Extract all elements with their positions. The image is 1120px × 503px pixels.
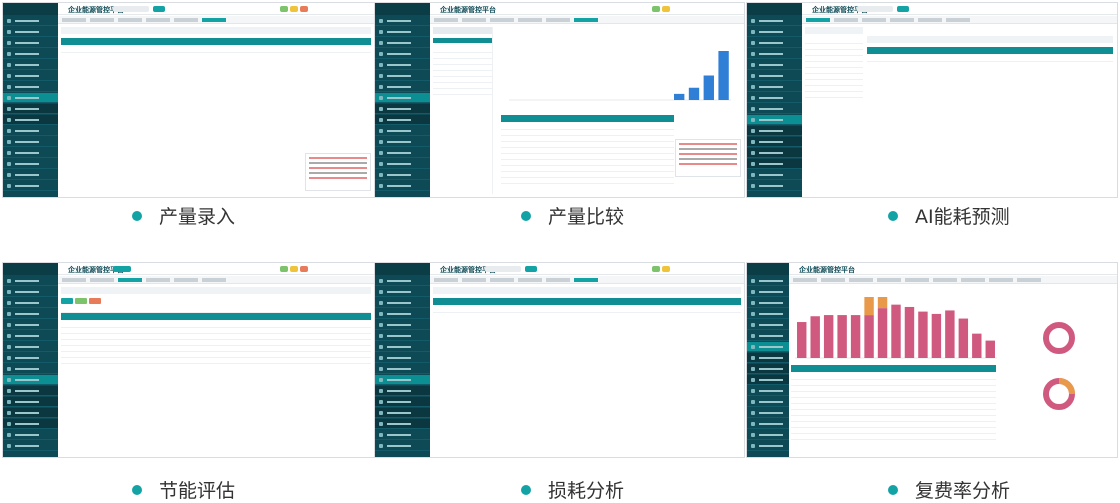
bullet-dot bbox=[888, 210, 898, 221]
chart-bar bbox=[918, 311, 928, 358]
chart-bar bbox=[850, 315, 861, 358]
chart-bar bbox=[864, 315, 874, 358]
bullet-dot bbox=[132, 210, 142, 221]
ratio-donut-charts bbox=[1043, 322, 1075, 410]
screenshot-production-entry: 企业能源管控平台 bbox=[2, 2, 375, 198]
chart-bar bbox=[674, 93, 685, 100]
chart-bar bbox=[837, 315, 847, 358]
chart-bar bbox=[823, 315, 834, 358]
chart-bar bbox=[958, 318, 969, 358]
chart-bar bbox=[864, 297, 874, 316]
multi-rate-bar-chart bbox=[795, 297, 997, 359]
bullet-dot bbox=[521, 484, 531, 495]
chart-bar bbox=[891, 304, 901, 358]
app-title: 企业能源管控平台 bbox=[799, 266, 855, 274]
sidebar bbox=[3, 263, 58, 457]
caption-energy-saving: 节能评估 bbox=[132, 476, 235, 503]
caption-production-compare: 产量比较 bbox=[521, 202, 624, 229]
chart-bar bbox=[688, 87, 700, 100]
chart-bar bbox=[810, 316, 820, 358]
bullet-dot bbox=[888, 484, 898, 495]
chart-bar bbox=[931, 313, 942, 358]
chart-bar bbox=[985, 340, 995, 358]
sidebar bbox=[3, 3, 58, 197]
caption-production-entry: 产量录入 bbox=[132, 202, 235, 229]
screenshot-ai-energy-forecast: 企业能源管控平台 bbox=[746, 2, 1118, 198]
sidebar bbox=[375, 3, 430, 197]
caption-ai-forecast: AI能耗预测 bbox=[888, 202, 1010, 229]
chart-bar bbox=[904, 306, 915, 358]
chart-bar bbox=[945, 310, 955, 358]
app-title: 企业能源管控平台 bbox=[440, 6, 496, 14]
caption-loss-analysis: 损耗分析 bbox=[521, 476, 624, 503]
bullet-dot bbox=[132, 484, 142, 495]
screenshot-multi-rate-analysis: 企业能源管控平台 bbox=[746, 262, 1118, 458]
caption-multi-rate: 复费率分析 bbox=[888, 476, 1010, 503]
chart-bar bbox=[703, 75, 714, 100]
chart-bar bbox=[797, 322, 807, 358]
chart-bar bbox=[877, 308, 888, 358]
production-bar-chart bbox=[509, 51, 731, 101]
sidebar bbox=[747, 263, 789, 457]
screenshot-energy-saving-evaluation: 企业能源管控平台 bbox=[2, 262, 375, 458]
screenshot-production-compare: 企业能源管控平台 bbox=[374, 2, 745, 198]
chart-bar bbox=[972, 333, 982, 358]
sidebar bbox=[747, 3, 802, 197]
chart-bar bbox=[877, 297, 888, 309]
chart-bar bbox=[718, 51, 729, 100]
screenshot-loss-analysis: 企业能源管控平台 bbox=[374, 262, 745, 458]
sidebar bbox=[375, 263, 430, 457]
bullet-dot bbox=[521, 210, 531, 221]
